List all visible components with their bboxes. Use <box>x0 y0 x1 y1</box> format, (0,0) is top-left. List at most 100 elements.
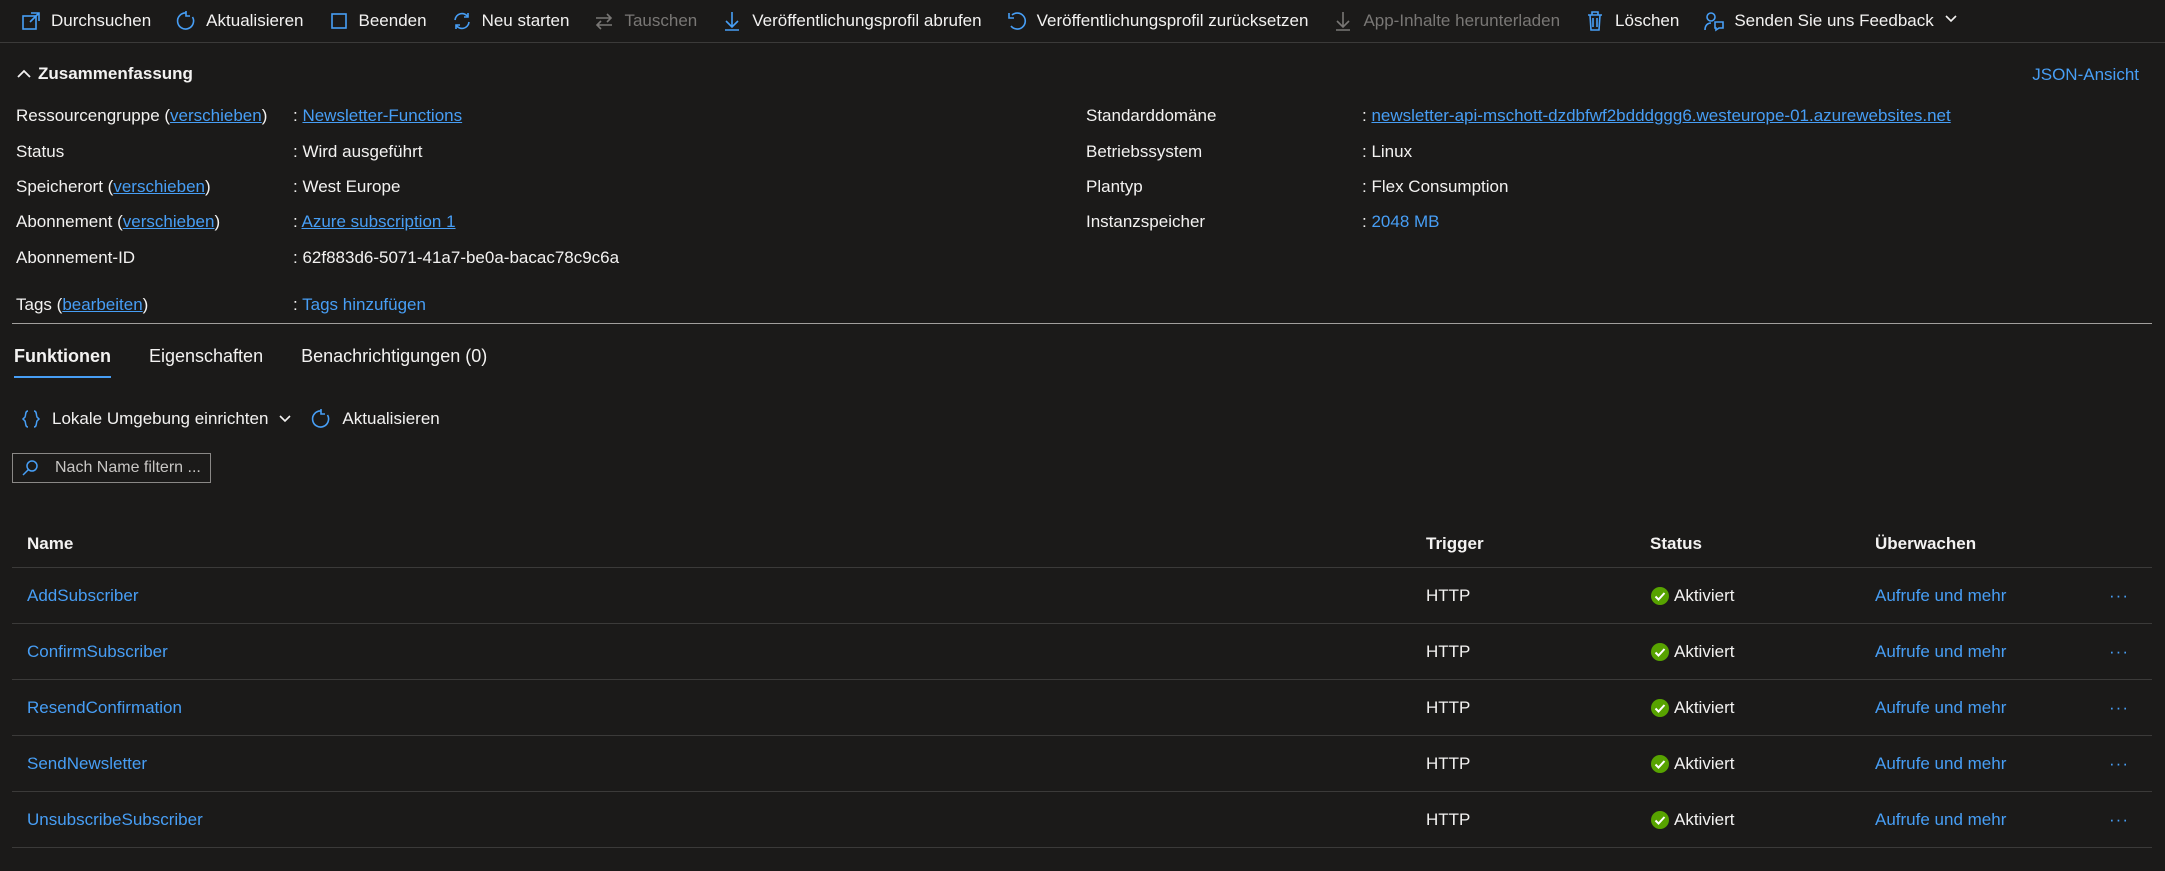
status-text: Aktiviert <box>1674 753 1735 773</box>
trigger-cell: HTTP <box>1426 809 1471 829</box>
monitor-link[interactable]: Aufrufe und mehr <box>1875 698 2006 718</box>
refresh-button[interactable]: Aktualisieren <box>175 10 304 32</box>
os-value: : Linux <box>1362 142 1413 161</box>
chevron-up-icon <box>17 69 31 78</box>
stop-label: Beenden <box>358 11 427 30</box>
plan-label: Plantyp <box>1086 177 1143 196</box>
download-disabled-icon <box>1332 10 1354 32</box>
refresh-icon <box>312 409 330 428</box>
restart-button[interactable]: Neu starten <box>451 10 570 32</box>
header-status[interactable]: Status <box>1650 534 1702 554</box>
browse-icon <box>20 10 42 32</box>
download-app-content-label: App-Inhalte herunterladen <box>1363 11 1561 30</box>
trash-icon <box>1584 10 1606 32</box>
trigger-cell: HTTP <box>1426 697 1471 717</box>
restart-label: Neu starten <box>481 11 570 30</box>
status-value-text: Wird ausgeführt <box>302 142 423 161</box>
function-name-link[interactable]: ResendConfirmation <box>27 698 182 718</box>
more-icon[interactable]: ··· <box>2109 810 2129 830</box>
header-name[interactable]: Name <box>27 534 73 554</box>
status-cell: Aktiviert <box>1650 754 1734 774</box>
status-cell: Aktiviert <box>1650 810 1734 830</box>
get-publish-profile-button[interactable]: Veröffentlichungsprofil abrufen <box>721 10 982 32</box>
location-value-text: West Europe <box>302 177 401 196</box>
feedback-icon <box>1703 10 1725 32</box>
filter-input[interactable] <box>53 458 207 478</box>
more-icon[interactable]: ··· <box>2109 754 2129 774</box>
essentials-subscription: Abonnement (verschieben) : Azure subscri… <box>16 211 456 233</box>
status-text: Aktiviert <box>1674 697 1735 717</box>
essentials-plan: Plantyp : Flex Consumption <box>1086 176 1508 198</box>
more-icon[interactable]: ··· <box>2109 642 2129 662</box>
subscription-label: Abonnement (verschieben) <box>16 212 221 231</box>
essentials-resource-group: Ressourcengruppe (verschieben) : Newslet… <box>16 105 462 127</box>
resource-group-link[interactable]: Newsletter-Functions <box>302 106 462 125</box>
domain-link[interactable]: newsletter-api-mschott-dzdbfwf2bdddggg6.… <box>1371 106 1950 125</box>
json-view-link[interactable]: JSON-Ansicht <box>2032 65 2139 85</box>
swap-icon <box>593 10 615 32</box>
reset-publish-profile-button[interactable]: Veröffentlichungsprofil zurücksetzen <box>1006 10 1308 32</box>
location-value: : West Europe <box>293 177 401 196</box>
check-circle-icon <box>1651 586 1669 605</box>
monitor-link[interactable]: Aufrufe und mehr <box>1875 586 2006 606</box>
edit-tags-link[interactable]: bearbeiten <box>62 295 142 314</box>
function-name-link[interactable]: UnsubscribeSubscriber <box>27 810 203 830</box>
more-icon[interactable]: ··· <box>2109 698 2129 718</box>
monitor-link[interactable]: Aufrufe und mehr <box>1875 754 2006 774</box>
browse-label: Durchsuchen <box>51 11 152 30</box>
tab-bar: Funktionen Eigenschaften Benachrichtigun… <box>14 346 525 378</box>
tab-properties[interactable]: Eigenschaften <box>149 346 263 378</box>
trigger-cell: HTTP <box>1426 585 1471 605</box>
header-trigger[interactable]: Trigger <box>1426 534 1484 554</box>
essentials-os: Betriebssystem : Linux <box>1086 141 1412 163</box>
tab-notifications[interactable]: Benachrichtigungen (0) <box>301 346 487 378</box>
functions-refresh-button[interactable]: Aktualisieren <box>310 408 440 430</box>
header-monitor[interactable]: Überwachen <box>1875 534 1976 554</box>
feedback-label: Senden Sie uns Feedback <box>1734 11 1934 30</box>
delete-button[interactable]: Löschen <box>1584 10 1679 32</box>
function-name-link[interactable]: SendNewsletter <box>27 754 147 774</box>
subscription-id-text: 62f883d6-5071-41a7-be0a-bacac78c9c6a <box>302 248 620 267</box>
local-env-button[interactable]: Lokale Umgebung einrichten <box>20 408 292 430</box>
more-icon[interactable]: ··· <box>2109 586 2129 606</box>
essentials-toggle[interactable]: Zusammenfassung <box>16 64 193 84</box>
trigger-cell: HTTP <box>1426 753 1471 773</box>
function-name-link[interactable]: ConfirmSubscriber <box>27 642 168 662</box>
move-resource-group-link[interactable]: verschieben <box>170 106 262 125</box>
restart-icon <box>451 10 473 32</box>
monitor-link[interactable]: Aufrufe und mehr <box>1875 642 2006 662</box>
essentials-subscription-id: Abonnement-ID : 62f883d6-5071-41a7-be0a-… <box>16 247 619 269</box>
stop-button[interactable]: Beenden <box>328 10 427 32</box>
feedback-button[interactable]: Senden Sie uns Feedback <box>1703 10 1957 32</box>
functions-toolbar: Lokale Umgebung einrichten Aktualisieren <box>20 408 458 430</box>
subscription-id-label: Abonnement-ID <box>16 248 136 267</box>
essentials-divider <box>12 323 2152 324</box>
tab-functions[interactable]: Funktionen <box>14 346 111 378</box>
command-bar: Durchsuchen Aktualisieren Beenden Neu st… <box>0 0 2165 43</box>
swap-button[interactable]: Tauschen <box>593 10 697 32</box>
location-label-text: Speicherort <box>16 177 103 196</box>
download-app-content-button[interactable]: App-Inhalte herunterladen <box>1332 10 1560 32</box>
subscription-link[interactable]: Azure subscription 1 <box>302 212 456 231</box>
os-value-text: Linux <box>1371 142 1413 161</box>
monitor-link[interactable]: Aufrufe und mehr <box>1875 810 2006 830</box>
function-name-link[interactable]: AddSubscriber <box>27 586 139 606</box>
status-cell: Aktiviert <box>1650 642 1734 662</box>
download-icon <box>721 10 743 32</box>
add-tags-link[interactable]: Tags hinzufügen <box>302 295 426 314</box>
braces-icon <box>21 410 41 428</box>
plan-value: : Flex Consumption <box>1362 177 1509 196</box>
browse-button[interactable]: Durchsuchen <box>20 10 151 32</box>
undo-icon <box>1006 10 1028 32</box>
move-subscription-link[interactable]: verschieben <box>123 212 215 231</box>
os-label: Betriebssystem <box>1086 142 1203 161</box>
chevron-down-icon[interactable] <box>1944 11 1958 31</box>
location-label: Speicherort (verschieben) <box>16 177 211 196</box>
subscription-label-text: Abonnement <box>16 212 113 231</box>
trigger-cell: HTTP <box>1426 641 1471 661</box>
memory-link[interactable]: 2048 MB <box>1371 212 1439 231</box>
delete-label: Löschen <box>1615 11 1680 30</box>
move-location-link[interactable]: verschieben <box>113 177 205 196</box>
domain-label: Standarddomäne <box>1086 106 1217 125</box>
table-row: ConfirmSubscriber HTTP Aktiviert Aufrufe… <box>12 624 2152 680</box>
